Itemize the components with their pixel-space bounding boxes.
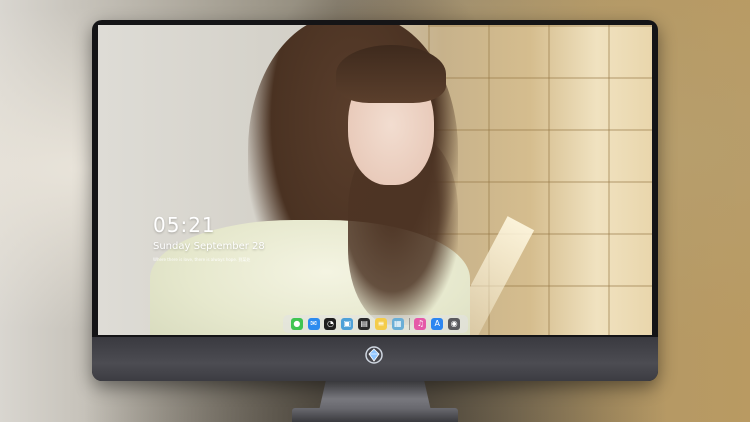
dock: ● ✉ ◔ ▣ ▤ ≡ ▦ ♫ A ◉ bbox=[283, 315, 468, 333]
music-icon[interactable]: ♫ bbox=[414, 318, 427, 330]
messages-icon[interactable]: ● bbox=[290, 318, 303, 330]
app-store-icon[interactable]: A bbox=[431, 318, 444, 330]
dock-separator bbox=[408, 318, 410, 330]
wallpaper-bangs bbox=[336, 45, 446, 103]
lock-clock-date: Sunday September 28 bbox=[153, 241, 265, 252]
clapper-icon[interactable]: ▤ bbox=[358, 318, 371, 330]
screen: 05:21 Sunday September 28 Where there is… bbox=[98, 25, 652, 335]
monitor: 05:21 Sunday September 28 Where there is… bbox=[92, 20, 658, 381]
monitor-chin bbox=[92, 337, 658, 381]
lock-clock-time: 05:21 bbox=[153, 213, 216, 237]
mail-icon[interactable]: ✉ bbox=[307, 318, 320, 330]
lock-quote: Where there is love, there is always hop… bbox=[153, 257, 251, 262]
notes-icon[interactable]: ≡ bbox=[374, 318, 387, 330]
preview-icon[interactable]: ▣ bbox=[341, 318, 354, 330]
clock-icon[interactable]: ◔ bbox=[324, 318, 337, 330]
photos-icon[interactable]: ▦ bbox=[391, 318, 404, 330]
camera-icon[interactable]: ◉ bbox=[448, 318, 461, 330]
monitor-stand-base bbox=[292, 408, 458, 422]
diamond-logo-icon bbox=[365, 346, 383, 364]
